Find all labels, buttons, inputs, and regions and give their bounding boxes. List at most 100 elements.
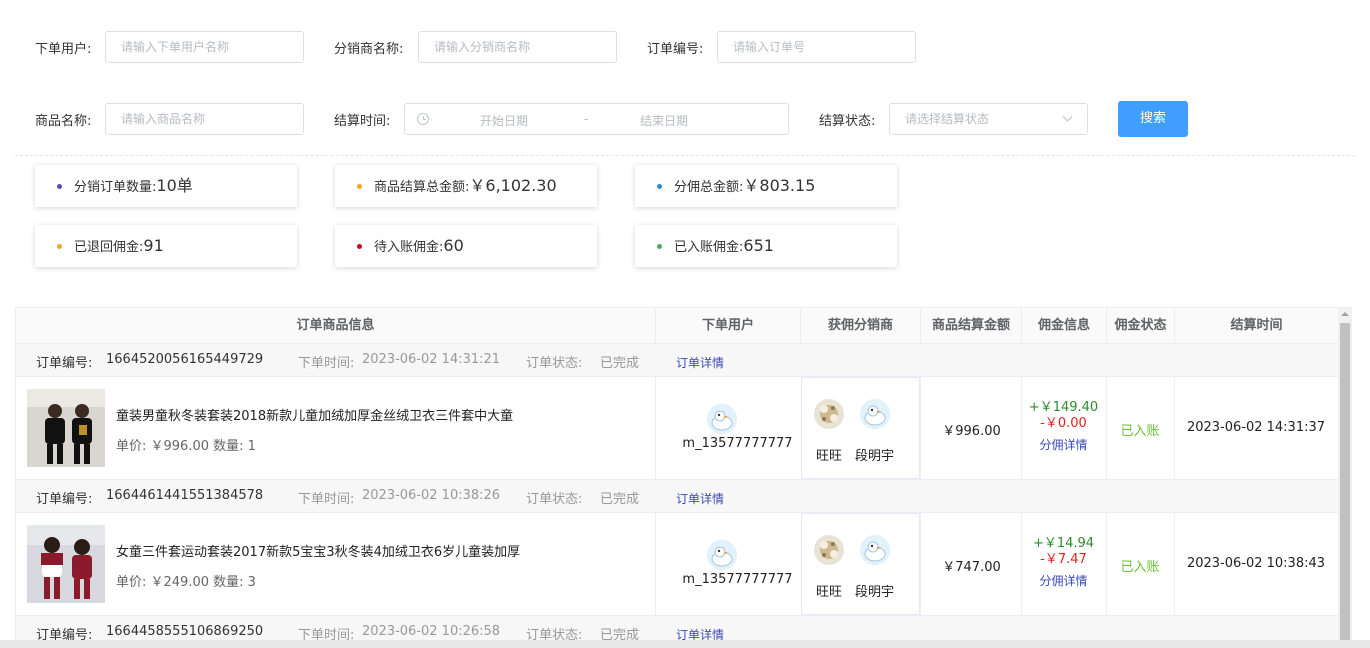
stat-dot-icon bbox=[57, 184, 62, 189]
distributor-list: 旺旺 段明宇 bbox=[801, 513, 920, 615]
product-filter-label: 商品名称: bbox=[35, 114, 92, 129]
product-filter-input[interactable]: 请输入商品名称 bbox=[105, 103, 304, 135]
distributor-avatar bbox=[860, 535, 890, 565]
product-title[interactable]: 女童三件套运动套装2017新款5宝宝3秋冬装4加绒卫衣6岁儿童装加厚 bbox=[116, 541, 520, 560]
column-header: 订单商品信息 bbox=[16, 308, 656, 344]
order-no-label: 订单编号: bbox=[36, 356, 93, 371]
settle-time: 2023-06-02 10:38:43 bbox=[1186, 556, 1326, 571]
order-time-label: 下单时间: bbox=[298, 492, 355, 507]
user-filter-label: 下单用户: bbox=[35, 42, 92, 57]
stat-card-refunded-commission: 已退回佣金:91 bbox=[35, 225, 297, 267]
stat-card-order-count: 分销订单数量:10单 bbox=[35, 165, 297, 207]
product-price-qty: 单价: ￥996.00 数量: 1 bbox=[116, 439, 256, 454]
end-date-input[interactable]: 结束日期 bbox=[640, 112, 688, 129]
stat-dot-icon bbox=[357, 184, 362, 189]
user-avatar bbox=[707, 540, 737, 570]
order-no-label: 订单编号: bbox=[36, 492, 93, 507]
order-status-label: 订单状态: bbox=[526, 492, 583, 507]
settle-status-filter-label: 结算状态: bbox=[819, 114, 876, 129]
product-image[interactable] bbox=[27, 525, 105, 603]
table-row: 女童三件套运动套装2017新款5宝宝3秋冬装4加绒卫衣6岁儿童装加厚 单价: ￥… bbox=[16, 513, 1338, 616]
stat-label: 已退回佣金: bbox=[74, 240, 144, 255]
settle-date-range-picker[interactable]: 开始日期 - 结束日期 bbox=[404, 103, 789, 135]
settle-status-placeholder: 请选择结算状态 bbox=[905, 112, 990, 126]
order-time: 2023-06-02 14:31:21 bbox=[362, 352, 501, 367]
commission-status: 已入账 bbox=[1120, 560, 1160, 575]
distributor-filter-input[interactable]: 请输入分销商名称 bbox=[418, 31, 617, 63]
user-name: m_13577777777 bbox=[682, 572, 793, 587]
column-header: 佣金信息 bbox=[1022, 308, 1107, 344]
order-status: 已完成 bbox=[600, 356, 640, 371]
commission-detail-link[interactable]: 分佣详情 bbox=[1021, 436, 1106, 453]
product-title[interactable]: 童装男童秋冬装套装2018新款儿童加绒加厚金丝绒卫衣三件套中大童 bbox=[116, 405, 513, 424]
stat-dot-icon bbox=[57, 244, 62, 249]
settle-status-select[interactable]: 请选择结算状态 bbox=[889, 103, 1088, 135]
stat-value: 651 bbox=[743, 236, 774, 255]
stat-card-credited-commission: 已入账佣金:651 bbox=[635, 225, 897, 267]
horizontal-scrollbar[interactable] bbox=[0, 640, 1370, 648]
scrollbar-thumb[interactable] bbox=[1340, 323, 1350, 647]
column-header: 商品结算金额 bbox=[921, 308, 1022, 344]
stat-dot-icon bbox=[357, 244, 362, 249]
distributor-list: 旺旺 段明宇 bbox=[801, 377, 920, 479]
order-no: 1664461441551384578 bbox=[106, 488, 264, 503]
stat-value: ￥6,102.30 bbox=[469, 176, 557, 195]
column-header: 下单用户 bbox=[656, 308, 801, 344]
stat-card-settle-total: 商品结算总金额:￥6,102.30 bbox=[335, 165, 597, 207]
search-button[interactable]: 搜索 bbox=[1118, 101, 1188, 137]
user-filter-input[interactable]: 请输入下单用户名称 bbox=[105, 31, 304, 63]
distributor-avatar bbox=[814, 399, 844, 429]
order-detail-link[interactable]: 订单详情 bbox=[676, 354, 724, 371]
distributor-filter-label: 分销商名称: bbox=[334, 42, 404, 57]
commission-detail-link[interactable]: 分佣详情 bbox=[1021, 572, 1106, 589]
filter-divider bbox=[15, 155, 1355, 156]
order-header-row: 订单编号: 1664461441551384578 下单时间: 2023-06-… bbox=[16, 480, 1338, 513]
order-no-filter-label: 订单编号: bbox=[647, 42, 704, 57]
stat-card-commission-total: 分佣总金额:￥803.15 bbox=[635, 165, 897, 207]
commission-status: 已入账 bbox=[1120, 424, 1160, 439]
commission-refund: -￥7.47 bbox=[1040, 552, 1087, 567]
stat-label: 分销订单数量: bbox=[74, 180, 157, 195]
stat-value: 91 bbox=[143, 236, 164, 255]
stat-card-pending-commission: 待入账佣金:60 bbox=[335, 225, 597, 267]
order-status-label: 订单状态: bbox=[526, 356, 583, 371]
stat-value: 10单 bbox=[156, 176, 193, 195]
order-time: 2023-06-02 10:38:26 bbox=[362, 488, 501, 503]
stat-label: 待入账佣金: bbox=[374, 240, 444, 255]
vertical-scrollbar[interactable] bbox=[1338, 308, 1351, 647]
order-table: 订单商品信息 下单用户 获佣分销商 商品结算金额 佣金信息 佣金状态 结算时间 … bbox=[15, 307, 1352, 648]
commission-refund: -￥0.00 bbox=[1040, 416, 1087, 431]
user-avatar bbox=[707, 404, 737, 434]
distributor-avatar bbox=[814, 535, 844, 565]
stat-label: 商品结算总金额: bbox=[374, 180, 470, 195]
order-time: 2023-06-02 10:26:58 bbox=[362, 624, 501, 639]
table-row: 童装男童秋冬装套装2018新款儿童加绒加厚金丝绒卫衣三件套中大童 单价: ￥99… bbox=[16, 377, 1338, 480]
order-time-label: 下单时间: bbox=[298, 356, 355, 371]
scroll-up-icon[interactable] bbox=[1341, 312, 1349, 316]
clock-icon bbox=[417, 113, 429, 125]
start-date-input[interactable]: 开始日期 bbox=[480, 112, 528, 129]
order-detail-link[interactable]: 订单详情 bbox=[676, 490, 724, 507]
order-no: 1664458555106869250 bbox=[106, 624, 264, 639]
distributor-avatar bbox=[860, 399, 890, 429]
distributor-name: 段明宇 bbox=[855, 449, 895, 464]
product-image[interactable] bbox=[27, 389, 105, 467]
settle-time-filter-label: 结算时间: bbox=[334, 114, 391, 129]
distributor-name: 旺旺 bbox=[816, 585, 843, 600]
stat-value: 60 bbox=[443, 236, 464, 255]
stat-dot-icon bbox=[657, 244, 662, 249]
order-no-filter-input[interactable]: 请输入订单号 bbox=[717, 31, 916, 63]
settle-amount: ￥996.00 bbox=[942, 424, 1001, 439]
settle-time: 2023-06-02 14:31:37 bbox=[1186, 420, 1326, 435]
product-price-qty: 单价: ￥249.00 数量: 3 bbox=[116, 575, 256, 590]
column-header: 佣金状态 bbox=[1107, 308, 1175, 344]
stat-value: ￥803.15 bbox=[743, 176, 816, 195]
distributor-name: 段明宇 bbox=[855, 585, 895, 600]
user-name: m_13577777777 bbox=[682, 436, 793, 451]
stat-label: 已入账佣金: bbox=[674, 240, 744, 255]
order-no: 1664520056165449729 bbox=[106, 352, 264, 367]
table-header: 订单商品信息 下单用户 获佣分销商 商品结算金额 佣金信息 佣金状态 结算时间 bbox=[16, 308, 1338, 344]
column-header: 结算时间 bbox=[1230, 318, 1283, 333]
settle-amount: ￥747.00 bbox=[942, 560, 1001, 575]
column-header: 获佣分销商 bbox=[801, 308, 921, 344]
